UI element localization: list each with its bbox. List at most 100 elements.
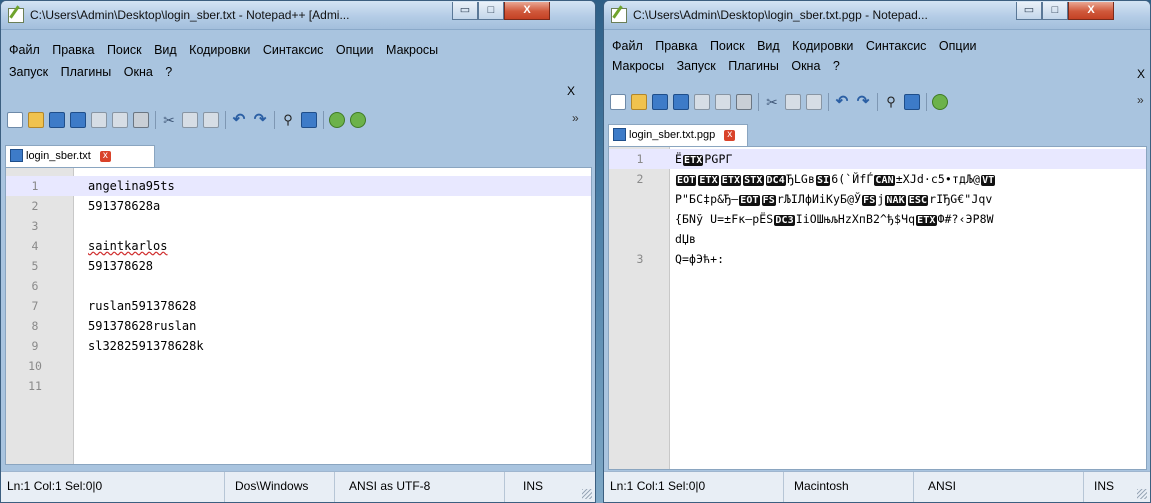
close-button[interactable]: X (504, 2, 550, 20)
menu-file[interactable]: Файл (612, 39, 643, 53)
menu-close-doc-button[interactable]: X (1137, 67, 1145, 81)
menu-view[interactable]: Вид (154, 43, 177, 57)
menu-encoding[interactable]: Кодировки (792, 39, 853, 53)
editor-line[interactable]: 4 saintkarlos (6, 236, 591, 256)
window-title: C:\Users\Admin\Desktop\login_sber.txt.pg… (633, 8, 928, 22)
close-file-icon[interactable] (91, 112, 107, 128)
editor-line[interactable]: 1 Ё ETX PGPГ (609, 149, 1146, 169)
redo-icon[interactable]: ↷ (855, 94, 871, 110)
menu-encoding[interactable]: Кодировки (189, 43, 250, 57)
editor-line[interactable]: 2 EOT ETX ETX STX DC4 ЂLGв SI 6(`ЙfЃ CAN ±XJd·c5•… (609, 169, 1146, 189)
menu-edit[interactable]: Правка (655, 39, 697, 53)
menu-windows[interactable]: Окна (124, 65, 153, 79)
tab-login-sber-txt[interactable]: login_sber.txt x (5, 145, 155, 167)
open-file-icon[interactable] (631, 94, 647, 110)
control-char-badge: EOT (739, 195, 760, 206)
menu-view[interactable]: Вид (757, 39, 780, 53)
menu-macros[interactable]: Макросы (386, 43, 438, 57)
zoom-out-icon[interactable] (350, 112, 366, 128)
menu-macros[interactable]: Макросы (612, 59, 664, 73)
save-all-icon[interactable] (673, 94, 689, 110)
editor-line[interactable]: 6 (6, 276, 591, 296)
replace-icon[interactable] (904, 94, 920, 110)
find-icon[interactable]: ⚲ (883, 94, 899, 110)
menu-search[interactable]: Поиск (710, 39, 745, 53)
editor-line[interactable]: 10 (6, 356, 591, 376)
close-all-icon[interactable] (112, 112, 128, 128)
print-icon[interactable] (133, 112, 149, 128)
resize-grip[interactable] (582, 489, 592, 499)
title-bar[interactable]: C:\Users\Admin\Desktop\login_sber.txt - … (1, 1, 595, 30)
status-bar: Ln:1 Col:1 Sel:0|0 Dos\Windows ANSI as U… (1, 471, 595, 502)
menu-close-doc-button[interactable]: X (567, 84, 575, 98)
editor-line-wrap[interactable]: dЏв (609, 229, 1146, 249)
menu-syntax[interactable]: Синтаксис (866, 39, 927, 53)
line-number: 3 (31, 219, 39, 233)
menu-bar: Файл Правка Поиск Вид Кодировки Синтакси… (9, 43, 447, 57)
menu-search[interactable]: Поиск (107, 43, 142, 57)
maximize-button[interactable]: □ (1042, 2, 1068, 20)
toolbar-separator (274, 111, 275, 129)
menu-options[interactable]: Опции (939, 39, 977, 53)
menu-edit[interactable]: Правка (52, 43, 94, 57)
tab-close-icon[interactable]: x (99, 150, 111, 162)
text-editor[interactable]: 1 Ё ETX PGPГ 2 EOT ETX ETX STX DC4 ЂLGв SI 6(`ЙfЃ… (608, 146, 1147, 470)
paste-icon[interactable] (806, 94, 822, 110)
menu-run[interactable]: Запуск (677, 59, 716, 73)
editor-line[interactable]: 7 ruslan591378628 (6, 296, 591, 316)
toolbar-overflow-icon[interactable]: » (572, 111, 579, 125)
save-icon[interactable] (49, 112, 65, 128)
copy-icon[interactable] (182, 112, 198, 128)
maximize-button[interactable]: □ (478, 2, 504, 20)
editor-line[interactable]: 8 591378628ruslan (6, 316, 591, 336)
menu-syntax[interactable]: Синтаксис (263, 43, 324, 57)
undo-icon[interactable]: ↶ (834, 94, 850, 110)
zoom-in-icon[interactable] (932, 94, 948, 110)
minimize-button[interactable]: ▭ (452, 2, 478, 20)
menu-help[interactable]: ? (833, 59, 840, 73)
print-icon[interactable] (736, 94, 752, 110)
editor-line-wrap[interactable]: Р"БС‡р&Ђ– EOT FS rЉIЛфИiКуБ@Ў FS j NAK ESC rIЂG€… (609, 189, 1146, 209)
editor-line-wrap[interactable]: {БNў U=±Fк—рЁS DC3 IiОШњљHzXпВ2^ђ$Чq ETX Ф#?… (609, 209, 1146, 229)
zoom-in-icon[interactable] (329, 112, 345, 128)
title-bar[interactable]: C:\Users\Admin\Desktop\login_sber.txt.pg… (604, 1, 1150, 30)
text-editor[interactable]: 1 angelina95ts 2 591378628a 3 4 saintkarlos… (5, 167, 592, 465)
close-button[interactable]: X (1068, 2, 1114, 20)
editor-line[interactable]: 2 591378628a (6, 196, 591, 216)
paste-icon[interactable] (203, 112, 219, 128)
editor-line[interactable]: 5 591378628 (6, 256, 591, 276)
editor-line[interactable]: 3 (6, 216, 591, 236)
menu-plugins[interactable]: Плагины (61, 65, 112, 79)
menu-windows[interactable]: Окна (791, 59, 820, 73)
open-file-icon[interactable] (28, 112, 44, 128)
tab-close-icon[interactable]: x (724, 129, 736, 141)
save-icon[interactable] (652, 94, 668, 110)
new-file-icon[interactable] (610, 94, 626, 110)
new-file-icon[interactable] (7, 112, 23, 128)
copy-icon[interactable] (785, 94, 801, 110)
menu-file[interactable]: Файл (9, 43, 40, 57)
editor-line[interactable]: 1 angelina95ts (6, 176, 591, 196)
save-all-icon[interactable] (70, 112, 86, 128)
redo-icon[interactable]: ↷ (252, 112, 268, 128)
minimize-button[interactable]: ▭ (1016, 2, 1042, 20)
toolbar-overflow-icon[interactable]: » (1137, 93, 1144, 107)
cut-icon[interactable]: ✂ (161, 112, 177, 128)
replace-icon[interactable] (301, 112, 317, 128)
line-text: dЏв (675, 232, 697, 246)
resize-grip[interactable] (1137, 489, 1147, 499)
cut-icon[interactable]: ✂ (764, 94, 780, 110)
line-number: 11 (28, 379, 42, 393)
undo-icon[interactable]: ↶ (231, 112, 247, 128)
editor-line[interactable]: 11 (6, 376, 591, 396)
editor-line[interactable]: 3 Q=фЭћ+: (609, 249, 1146, 269)
menu-run[interactable]: Запуск (9, 65, 48, 79)
menu-plugins[interactable]: Плагины (728, 59, 779, 73)
close-all-icon[interactable] (715, 94, 731, 110)
menu-help[interactable]: ? (165, 65, 172, 79)
tab-login-sber-txt-pgp[interactable]: login_sber.txt.pgp x (608, 124, 748, 146)
menu-options[interactable]: Опции (336, 43, 374, 57)
find-icon[interactable]: ⚲ (280, 112, 296, 128)
close-file-icon[interactable] (694, 94, 710, 110)
editor-line[interactable]: 9 sl3282591378628k (6, 336, 591, 356)
